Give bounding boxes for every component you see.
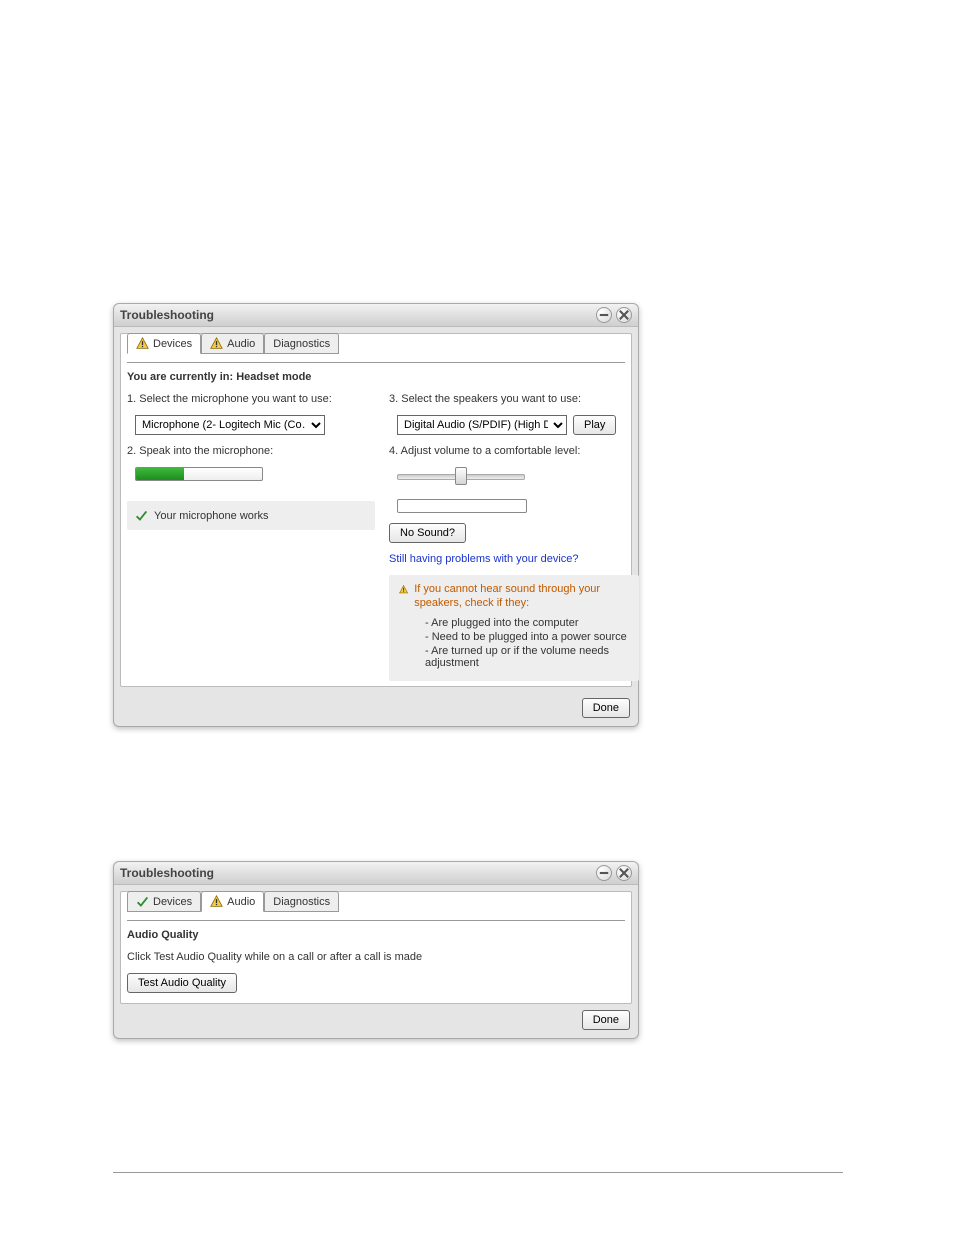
done-button[interactable]: Done	[582, 698, 630, 718]
tab-diagnostics-label: Diagnostics	[273, 896, 330, 908]
tab-devices[interactable]: Devices	[127, 891, 201, 912]
play-button[interactable]: Play	[573, 415, 616, 435]
mic-status-text: Your microphone works	[154, 510, 269, 522]
problems-link[interactable]: Still having problems with your device?	[389, 553, 579, 565]
check-icon	[135, 509, 148, 522]
titlebar: Troubleshooting	[114, 862, 638, 885]
tab-audio-label: Audio	[227, 896, 255, 908]
minimize-button[interactable]	[596, 307, 612, 323]
warning-icon	[136, 337, 149, 350]
step3-label: 3. Select the speakers you want to use:	[389, 393, 639, 405]
no-sound-button[interactable]: No Sound?	[389, 523, 466, 543]
check-item: - Need to be plugged into a power source	[425, 631, 629, 643]
microphone-select[interactable]: Microphone (2- Logitech Mic (Co…	[135, 415, 325, 435]
check-item: - Are plugged into the computer	[425, 617, 629, 629]
mic-status: Your microphone works	[127, 501, 375, 530]
speaker-level-meter	[397, 499, 527, 513]
warning-heading: If you cannot hear sound through your sp…	[414, 583, 629, 611]
warning-icon	[399, 583, 408, 596]
troubleshooting-dialog-audio: Troubleshooting Devices	[113, 861, 639, 1039]
mic-level-meter	[135, 467, 263, 481]
tab-diagnostics-label: Diagnostics	[273, 338, 330, 350]
warning-checklist: - Are plugged into the computer - Need t…	[425, 617, 629, 669]
page-footer-divider	[113, 1172, 843, 1173]
dialog-body: Devices Audio Diagnostics You are curren…	[120, 333, 632, 687]
check-item: - Are turned up or if the volume needs a…	[425, 645, 629, 669]
minimize-button[interactable]	[596, 865, 612, 881]
tab-devices[interactable]: Devices	[127, 333, 201, 354]
step1-label: 1. Select the microphone you want to use…	[127, 393, 375, 405]
tab-diagnostics[interactable]: Diagnostics	[264, 891, 339, 912]
mode-heading: You are currently in: Headset mode	[127, 371, 625, 383]
dialog-body: Devices Audio Diagnostics Audio Quality …	[120, 891, 632, 1004]
tab-devices-label: Devices	[153, 338, 192, 350]
close-button[interactable]	[616, 307, 632, 323]
tab-audio-label: Audio	[227, 338, 255, 350]
window-title: Troubleshooting	[120, 866, 592, 880]
tab-diagnostics[interactable]: Diagnostics	[264, 333, 339, 354]
window-title: Troubleshooting	[120, 308, 592, 322]
volume-slider[interactable]	[397, 467, 525, 483]
audio-quality-heading: Audio Quality	[127, 929, 625, 941]
audio-instruction: Click Test Audio Quality while on a call…	[127, 951, 625, 963]
tab-strip: Devices Audio Diagnostics	[127, 333, 339, 354]
troubleshooting-dialog-devices: Troubleshooting Devices	[113, 303, 639, 727]
check-icon	[136, 895, 149, 908]
test-audio-quality-button[interactable]: Test Audio Quality	[127, 973, 237, 993]
step4-label: 4. Adjust volume to a comfortable level:	[389, 445, 639, 457]
warning-icon	[210, 895, 223, 908]
slider-thumb[interactable]	[455, 467, 467, 485]
titlebar: Troubleshooting	[114, 304, 638, 327]
tab-audio[interactable]: Audio	[201, 891, 264, 912]
step2-label: 2. Speak into the microphone:	[127, 445, 375, 457]
speaker-warning-box: If you cannot hear sound through your sp…	[389, 575, 639, 681]
tab-devices-label: Devices	[153, 896, 192, 908]
tab-strip: Devices Audio Diagnostics	[127, 891, 339, 912]
speaker-select[interactable]: Digital Audio (S/PDIF) (High Defi…	[397, 415, 567, 435]
done-button[interactable]: Done	[582, 1010, 630, 1030]
close-button[interactable]	[616, 865, 632, 881]
tab-audio[interactable]: Audio	[201, 333, 264, 354]
warning-icon	[210, 337, 223, 350]
